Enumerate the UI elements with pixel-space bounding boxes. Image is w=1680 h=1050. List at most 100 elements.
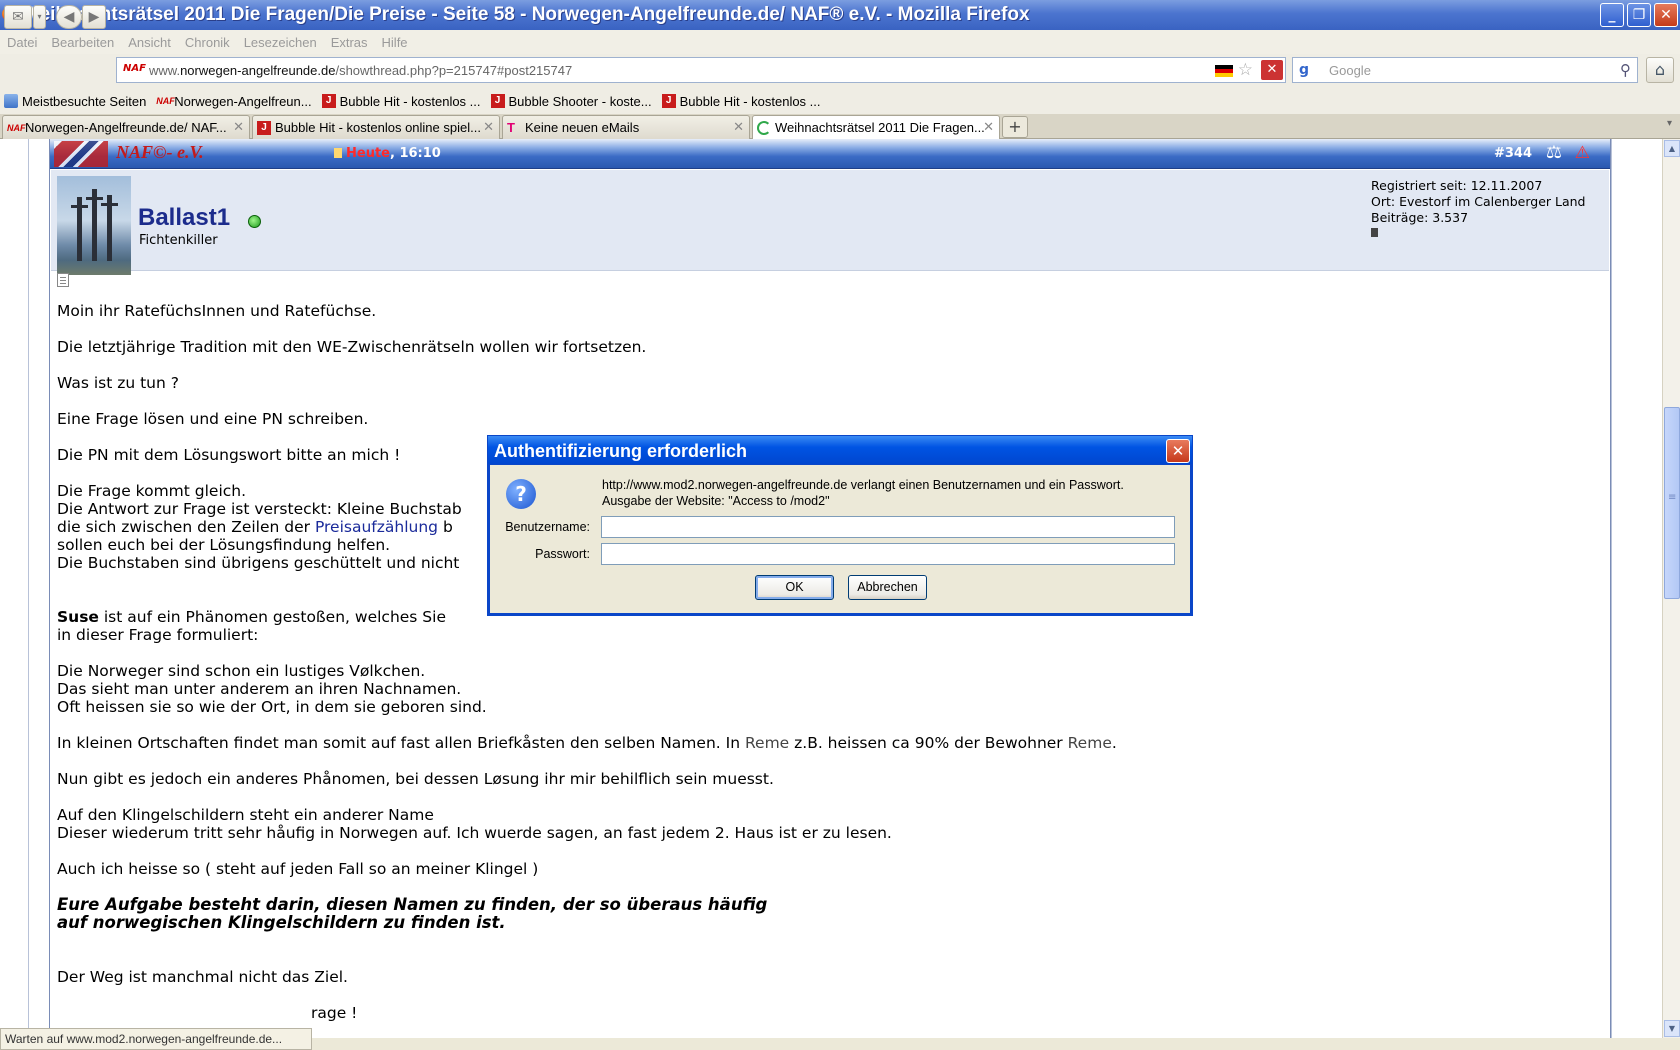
dialog-close-button[interactable]: ✕ bbox=[1166, 439, 1190, 463]
addon-dropdown-icon[interactable]: ▾ bbox=[33, 5, 46, 29]
game-icon: J bbox=[321, 94, 336, 108]
bookmark-norwegen[interactable]: NAF Norwegen-Angelfreun... bbox=[156, 94, 311, 109]
auth-dialog: Authentifizierung erforderlich ✕ ? http:… bbox=[487, 435, 1193, 616]
bookmark-star-icon[interactable]: ☆ bbox=[1238, 60, 1253, 80]
close-button[interactable]: ✕ bbox=[1654, 3, 1678, 27]
dialog-title: Authentifizierung erforderlich bbox=[494, 441, 748, 461]
bookmark-bubble-hit-1[interactable]: J Bubble Hit - kostenlos ... bbox=[321, 94, 481, 109]
tab-bar: NAF Norwegen-Angelfreunde.de/ NAF... ✕ J… bbox=[0, 114, 1680, 140]
post-text-line: Das sieht man unter anderem an ihren Nac… bbox=[57, 680, 462, 698]
post-date: Heute, 16:10 bbox=[334, 146, 441, 161]
tab-bubble-hit[interactable]: J Bubble Hit - kostenlos online spiel...… bbox=[252, 115, 500, 139]
game-icon: J bbox=[661, 94, 676, 108]
post-count: Beiträge: 3.537 bbox=[1371, 210, 1469, 225]
forward-arrow-icon[interactable]: ▶ bbox=[82, 5, 106, 29]
search-placeholder: Google bbox=[1329, 63, 1371, 78]
naf-icon: NAF bbox=[7, 123, 26, 133]
bookmark-icon bbox=[4, 94, 18, 108]
username-link[interactable]: Ballast1 bbox=[138, 204, 230, 232]
bookmark-bubble-hit-2[interactable]: J Bubble Hit - kostenlos ... bbox=[661, 94, 821, 109]
menu-lesezeichen[interactable]: Lesezeichen bbox=[244, 35, 317, 50]
post-header: NAF©- e.V. Heute, 16:10 #344 ⚖ ⚠ bbox=[50, 139, 1610, 169]
game-icon: J bbox=[257, 121, 271, 135]
tab-close-icon[interactable]: ✕ bbox=[983, 119, 994, 135]
search-bar[interactable]: g Google ⚲ bbox=[1292, 57, 1638, 83]
site-favicon-icon: NAF bbox=[123, 63, 146, 74]
url-bar[interactable]: NAF www.norwegen-angelfreunde.de/showthr… bbox=[116, 57, 1286, 83]
menu-chronik[interactable]: Chronik bbox=[185, 35, 230, 50]
menu-extras[interactable]: Extras bbox=[331, 35, 368, 50]
dialog-message: http://www.mod2.norwegen-angelfreunde.de… bbox=[602, 478, 1124, 508]
german-flag-icon[interactable] bbox=[1215, 65, 1233, 77]
password-field[interactable] bbox=[601, 543, 1175, 565]
avatar[interactable] bbox=[57, 176, 131, 275]
tab-close-icon[interactable]: ✕ bbox=[733, 119, 744, 135]
google-icon[interactable]: g bbox=[1299, 62, 1309, 78]
vertical-scrollbar[interactable]: ▲ ▼ bbox=[1662, 139, 1680, 1038]
post-text-line: Was ist zu tun ? bbox=[57, 374, 179, 392]
url-text[interactable]: www.norwegen-angelfreunde.de/showthread.… bbox=[149, 63, 572, 78]
scroll-thumb[interactable] bbox=[1664, 407, 1680, 599]
tab-close-icon[interactable]: ✕ bbox=[233, 119, 244, 135]
reputation-bar bbox=[1371, 228, 1378, 237]
bookmarks-toolbar: Meistbesuchte Seiten NAF Norwegen-Angelfr… bbox=[0, 88, 1680, 114]
post-doc-icon bbox=[334, 148, 342, 158]
report-warning-icon[interactable]: ⚠ bbox=[1575, 143, 1590, 163]
tab-list-chevron-icon[interactable]: ▾ bbox=[1667, 118, 1672, 129]
post-number[interactable]: #344 bbox=[1494, 146, 1532, 161]
menu-datei[interactable]: Datei bbox=[7, 35, 37, 50]
stop-icon[interactable]: ✕ bbox=[1261, 60, 1283, 80]
bookmark-bubble-shooter[interactable]: J Bubble Shooter - koste... bbox=[490, 94, 652, 109]
user-details: Registriert seit: 12.11.2007 Ort: Evesto… bbox=[1371, 178, 1601, 237]
post-text-line: Dieser wiederum tritt sehr håufig in Nor… bbox=[57, 824, 892, 842]
tab-emails[interactable]: T Keine neuen eMails ✕ bbox=[502, 115, 750, 139]
post-text-line: auf norwegischen Klingelschildern zu fin… bbox=[57, 913, 506, 932]
registered-date: Registriert seit: 12.11.2007 bbox=[1371, 178, 1543, 193]
tab-weihnachtsraetsel[interactable]: Weihnachtsrätsel 2011 Die Fragen... ✕ bbox=[752, 115, 1000, 140]
window-title: Weihnachtsrätsel 2011 Die Fragen/Die Pre… bbox=[22, 4, 1030, 25]
menu-hilfe[interactable]: Hilfe bbox=[382, 35, 408, 50]
post-text-line: Nun gibt es jedoch ein anderes Phånomen,… bbox=[57, 770, 774, 788]
user-title: Fichtenkiller bbox=[139, 233, 218, 248]
tab-close-icon[interactable]: ✕ bbox=[483, 119, 494, 135]
ok-button[interactable]: OK bbox=[755, 575, 834, 600]
menu-bearbeiten[interactable]: Bearbeiten bbox=[51, 35, 114, 50]
user-info-bar: Ballast1 Fichtenkiller Registriert seit:… bbox=[51, 170, 1609, 275]
preisaufzaehlung-link[interactable]: Preisaufzählung bbox=[315, 518, 438, 536]
dialog-title-bar[interactable]: Authentifizierung erforderlich ✕ bbox=[487, 435, 1193, 465]
restore-button[interactable]: ❐ bbox=[1627, 3, 1651, 27]
tab-norwegen[interactable]: NAF Norwegen-Angelfreunde.de/ NAF... ✕ bbox=[2, 115, 250, 139]
status-bar: Warten auf www.mod2.norwegen-angelfreund… bbox=[0, 1028, 312, 1050]
scale-icon[interactable]: ⚖ bbox=[1546, 142, 1562, 163]
post-text-line: In kleinen Ortschaften findet man somit … bbox=[57, 734, 1117, 752]
post-text-line: Auf den Klingelschildern steht ein ander… bbox=[57, 806, 434, 824]
post-text-line: Die Norweger sind schon ein lustiges Vøl… bbox=[57, 662, 426, 680]
user-location: Ort: Evestorf im Calenberger Land bbox=[1371, 194, 1586, 209]
cancel-button[interactable]: Abbrechen bbox=[848, 575, 927, 600]
home-icon[interactable]: ⌂ bbox=[1646, 57, 1674, 83]
window-title-bar[interactable]: Weihnachtsrätsel 2011 Die Fragen/Die Pre… bbox=[0, 0, 1680, 30]
search-icon[interactable]: ⚲ bbox=[1620, 61, 1631, 79]
post-text-line: Die letztjährige Tradition mit den WE-Zw… bbox=[57, 338, 647, 356]
naf-icon: NAF bbox=[156, 96, 175, 106]
post-text-line: Der Weg ist manchmal nicht das Ziel. bbox=[57, 968, 348, 986]
password-label: Passwort: bbox=[535, 547, 590, 561]
scroll-down-icon[interactable]: ▼ bbox=[1664, 1020, 1680, 1037]
bookmark-meistbesuchte[interactable]: Meistbesuchte Seiten bbox=[4, 94, 146, 109]
scroll-up-icon[interactable]: ▲ bbox=[1664, 140, 1680, 157]
post-text-line: in dieser Frage formuliert: bbox=[57, 626, 259, 644]
username-field[interactable] bbox=[601, 516, 1175, 538]
question-icon: ? bbox=[506, 479, 536, 509]
back-arrow-icon[interactable]: ◀ bbox=[56, 5, 82, 29]
new-tab-button[interactable]: + bbox=[1002, 116, 1028, 138]
post-text-line: Auch ich heisse so ( steht auf jeden Fal… bbox=[57, 860, 539, 878]
online-status-icon bbox=[248, 215, 261, 228]
addon-icon[interactable]: ✉ bbox=[4, 5, 32, 29]
post-text-line: rage ! bbox=[311, 1004, 358, 1022]
post-body: Moin ihr RatefüchsInnen und Ratefüchse. … bbox=[57, 302, 1597, 1022]
naf-logo: NAF©- e.V. bbox=[116, 142, 204, 162]
minimize-button[interactable]: _ bbox=[1600, 3, 1624, 27]
menu-ansicht[interactable]: Ansicht bbox=[128, 35, 171, 50]
telekom-icon: T bbox=[507, 120, 515, 135]
post-icon bbox=[57, 273, 69, 287]
